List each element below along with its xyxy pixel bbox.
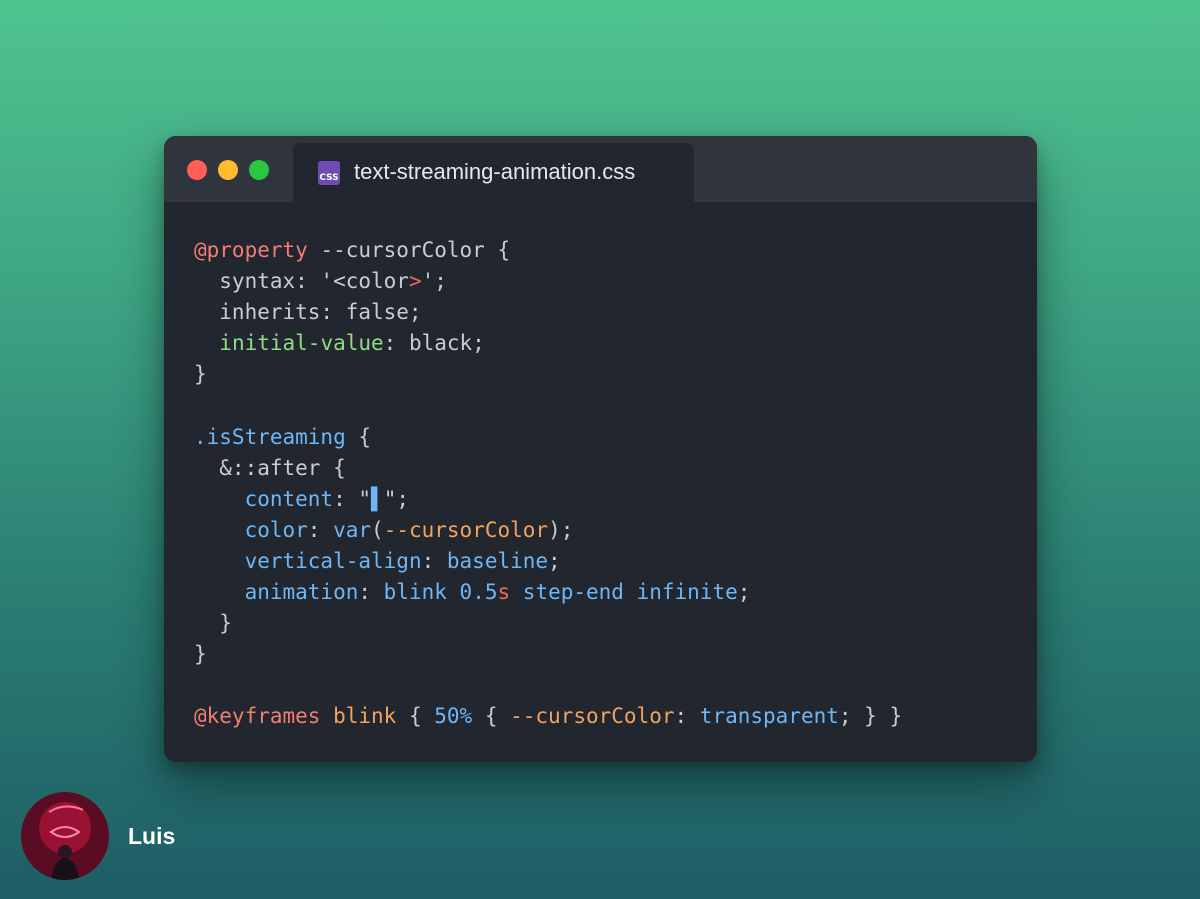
code-line: color: var(--cursorColor); [194,515,902,546]
profile-photo-icon [21,792,109,880]
code-line: initial-value: black; [194,328,902,359]
code-line: syntax: '<color>'; [194,266,902,297]
code-token: ( [371,517,384,542]
code-token: --cursorColor [383,517,549,542]
code-token: '; [421,269,447,294]
code-token: blink [333,704,397,729]
code-token: } [194,611,232,636]
code-token: infinite [636,580,738,605]
code-token: { [472,704,511,729]
code-token: var [333,517,372,542]
file-name: text-streaming-animation.css [354,159,636,184]
code-token: blink [383,580,447,605]
author-name: Luis [128,823,176,849]
css-file-icon: CSS [318,161,340,185]
code-token: { [396,704,435,729]
code-line: } [194,608,902,639]
code-line: content: "▌"; [194,484,902,515]
minimize-button[interactable] [218,160,238,180]
code-token: 50% [434,704,473,729]
author-avatar [21,792,109,880]
code-token: ; [548,548,561,573]
code-token: ); [548,517,574,542]
code-token: : [674,704,700,729]
code-token: ; [737,580,751,605]
code-token: step-end [522,580,624,605]
code-token: color [244,517,308,542]
code-line: .isStreaming { [194,422,902,453]
code-token: : [358,580,384,605]
code-token: : [307,517,334,542]
code-line: @property --cursorColor { [194,235,902,266]
code-line: vertical-align: baseline; [194,546,902,577]
code-token: ; } } [838,704,903,729]
title-bar: CSS text-streaming-animation.css [164,136,1037,202]
code-token: > [408,269,422,294]
code-token: baseline [446,548,549,573]
code-token: initial-value [219,331,384,356]
code-token: @property [194,238,308,262]
code-token: "; [383,486,409,511]
code-line: inherits: false; [194,297,902,328]
file-tab[interactable]: CSS text-streaming-animation.css [293,143,694,202]
code-token: syntax: '<color [194,269,409,294]
code-line: } [194,359,902,390]
code-token: 0.5 [459,580,498,605]
code-line: @keyframes blink { 50% { --cursorColor: … [194,701,902,732]
code-token: } [194,362,207,387]
close-button[interactable] [187,160,207,180]
code-token: : " [333,486,372,511]
code-token: vertical-align [244,548,422,573]
code-token: { [345,424,372,449]
code-token: @keyframes [194,704,321,729]
maximize-button[interactable] [249,160,269,180]
code-token: inherits: false; [194,300,422,325]
code-token: .isStreaming [194,424,346,449]
code-window: CSS text-streaming-animation.css @proper… [164,136,1037,762]
code-token: transparent [699,704,839,729]
code-block: @property --cursorColor { syntax: '<colo… [194,235,902,733]
code-token: --cursorColor [510,704,675,729]
code-token: animation [244,580,359,605]
code-token: s [497,580,511,605]
code-token: : black; [383,331,485,356]
code-token: ▌ [371,486,384,511]
code-token: &::after { [194,455,346,480]
code-token: --cursorColor { [307,238,511,262]
code-token: : [421,548,447,573]
code-token: } [194,642,207,667]
code-line: animation: blink 0.5s step-end infinite; [194,577,902,608]
code-token: content [244,486,334,511]
code-line: &::after { [194,453,902,484]
code-line: } [194,639,902,670]
